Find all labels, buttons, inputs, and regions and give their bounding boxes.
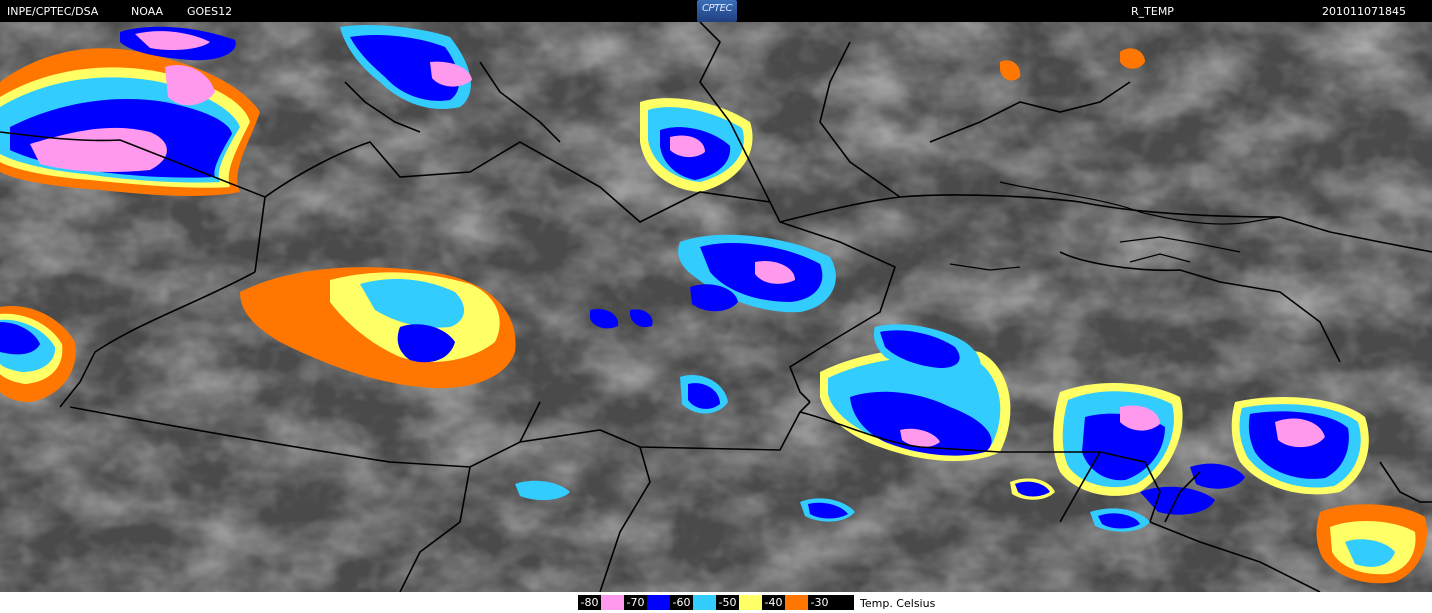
product-label: R_TEMP: [1131, 5, 1174, 18]
logo-text: CPTEC: [702, 3, 732, 14]
cptec-logo: CPTEC: [697, 0, 737, 22]
legend-swatch: [739, 595, 762, 610]
satellite-map-svg: [0, 22, 1432, 592]
legend-value: -80: [578, 595, 601, 610]
legend-swatch: [647, 595, 670, 610]
color-legend: -80 -70 -60 -50 -40 -30 Temp. Celsius: [0, 592, 1432, 613]
legend-value: -40: [762, 595, 785, 610]
satellite-image: [0, 22, 1432, 592]
header-bar: INPE/CPTEC/DSA NOAA GOES12 CPTEC R_TEMP …: [0, 0, 1432, 22]
legend-swatch: [785, 595, 808, 610]
legend-swatch: [601, 595, 624, 610]
legend-value: -50: [716, 595, 739, 610]
legend-value: -30: [808, 595, 831, 610]
legend-value: -60: [670, 595, 693, 610]
timestamp-label: 201011071845: [1322, 5, 1406, 18]
satellite-label: GOES12: [187, 5, 233, 18]
legend-value: -70: [624, 595, 647, 610]
source-label: INPE/CPTEC/DSA: [7, 5, 99, 18]
legend-unit: Temp. Celsius: [860, 597, 936, 610]
legend-swatch: [831, 595, 854, 610]
agency-label: NOAA: [131, 5, 164, 18]
legend-swatch: [693, 595, 716, 610]
